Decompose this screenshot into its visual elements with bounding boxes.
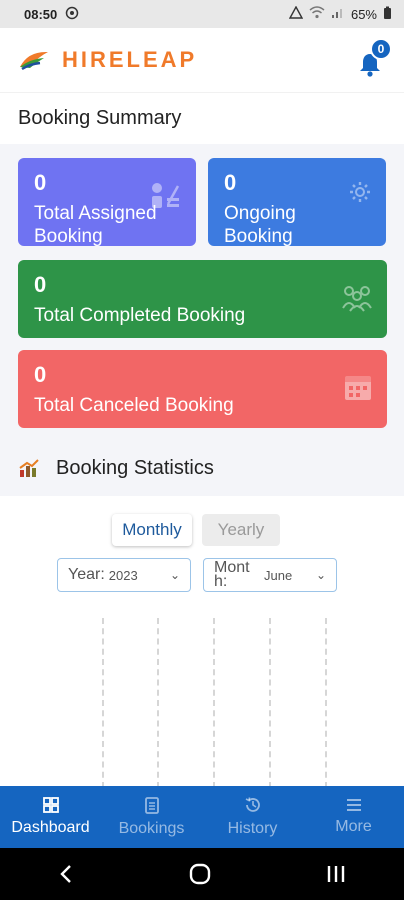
nav-history-label: History [227,820,278,837]
chart-grid-line [213,618,215,788]
canceled-count: 0 [34,362,47,387]
nav-more[interactable]: More [303,786,404,848]
nav-dashboard-label: Dashboard [11,819,90,836]
nav-bookings-label: Bookings [118,819,185,837]
hotspot-icon [65,6,79,23]
nav-bookings[interactable]: Bookings [101,786,202,848]
booking-summary-header: Booking Summary [0,92,404,144]
monthly-tab[interactable]: Monthly [112,514,192,546]
completed-label: Total Completed Booking [34,305,246,326]
ongoing-booking-card[interactable]: 0 Ongoing Booking [208,158,386,246]
menu-icon [346,799,361,811]
battery-icon [383,6,392,23]
total-completed-card[interactable]: 0 Total Completed Booking [18,260,387,338]
leaf-logo-icon [20,51,48,71]
nav-more-label: More [335,818,372,835]
back-icon[interactable] [58,864,74,884]
home-icon[interactable] [189,863,211,885]
period-toggle: Monthly Yearly [112,514,280,546]
chevron-down-icon: ⌄ [315,568,326,582]
chart-grid-line [157,618,159,788]
booking-summary-section: 0 Total Assigned Booking 0 Ongoing Booki… [0,144,404,440]
chart-grid-line [102,618,104,788]
month-select-label: Mont h: [214,561,250,589]
gear-icon [350,182,370,202]
status-bar: 08:50 65% [0,0,404,28]
month-select[interactable]: Mont h: June ⌄ [203,558,337,592]
dashboard-icon [42,797,59,813]
stats-chart-icon [19,459,39,477]
wifi-icon [309,6,325,22]
booking-summary-title: Booking Summary [18,107,182,129]
status-time: 08:50 [24,6,58,22]
chart-grid-line [325,618,327,788]
assignment-icon [152,183,180,208]
history-icon [245,797,260,812]
booking-statistics-title: Booking Statistics [56,456,214,479]
recent-apps-icon[interactable] [326,865,346,883]
nav-dashboard[interactable]: Dashboard [0,786,101,848]
bookings-icon [144,796,159,814]
year-select-label: Year: [68,566,105,583]
month-select-value: June [264,567,293,583]
warning-icon [288,5,304,22]
completed-count: 0 [34,272,47,297]
app-header: HIRELEAP 0 [0,28,404,92]
booking-statistics-header: Booking Statistics [0,440,404,496]
total-assigned-card[interactable]: 0 Total Assigned Booking [18,158,196,246]
bottom-navigation: Dashboard Bookings History More [0,786,404,848]
team-icon [342,286,372,312]
notification-button[interactable]: 0 [356,38,392,77]
battery-text: 65% [350,6,377,22]
total-canceled-card[interactable]: 0 Total Canceled Booking [18,350,387,428]
nav-history[interactable]: History [202,786,303,848]
notification-badge: 0 [370,38,392,60]
calendar-icon [345,376,371,400]
year-select[interactable]: Year: 2023 ⌄ [57,558,191,592]
app-name: HIRELEAP [62,47,198,72]
year-select-value: 2023 [108,567,138,583]
ongoing-label: Ongoing Booking [224,203,296,246]
canceled-label: Total Canceled Booking [34,395,234,416]
booking-statistics-section: Monthly Yearly Year: 2023 ⌄ Mont h: June… [0,496,404,788]
chevron-down-icon: ⌄ [169,568,180,582]
chart-grid-line [269,618,271,788]
app-logo: HIRELEAP [18,47,197,73]
yearly-tab[interactable]: Yearly [202,514,280,546]
system-navigation-bar [0,848,404,900]
signal-icon [331,6,345,22]
